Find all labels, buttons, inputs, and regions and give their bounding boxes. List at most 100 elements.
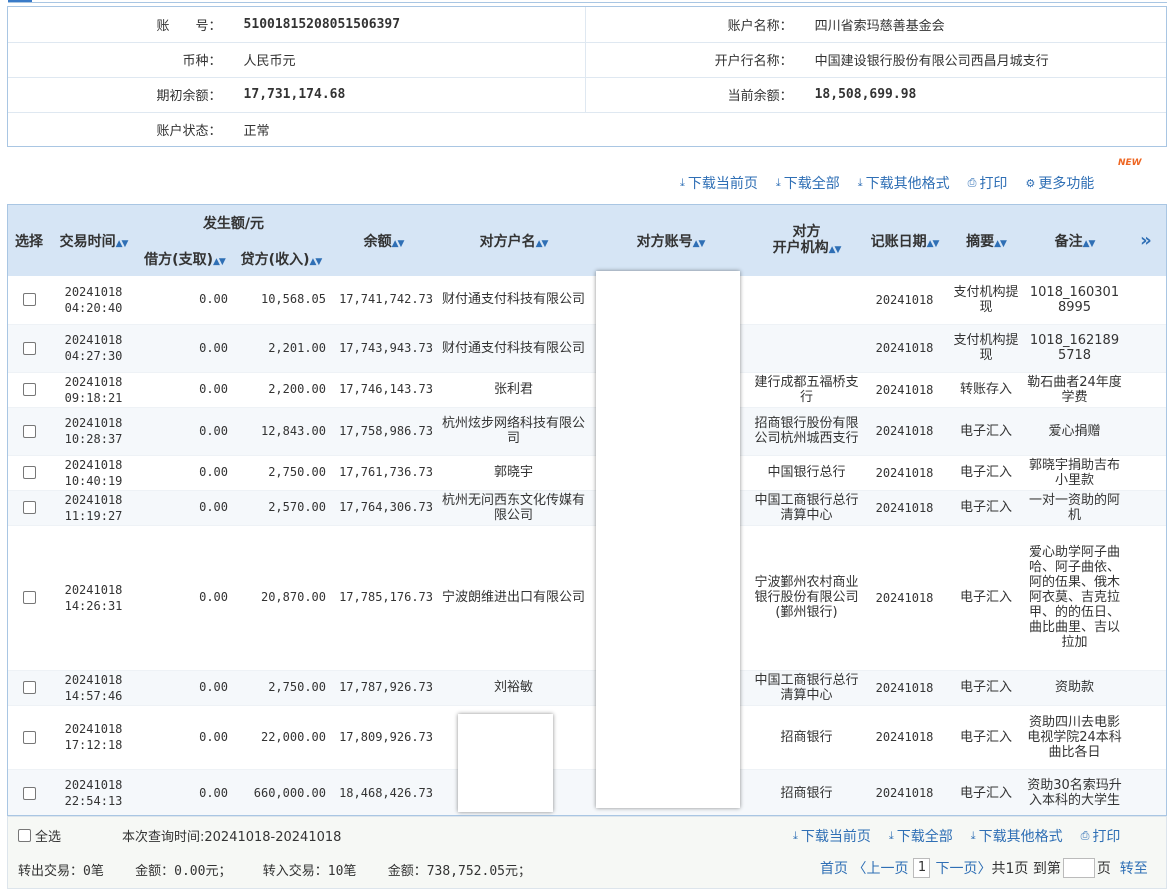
counterparty-name: 财付通支付科技有限公司 [437,276,590,324]
summary: 支付机构提现 [947,324,1025,372]
download-icon: ⤓ [680,176,685,190]
counterparty-name: 张利君 [437,372,590,407]
summary: 电子汇入 [947,769,1025,816]
remark: 1018_1621895718 [1025,324,1124,372]
account-number-label: 账 号： [8,7,236,42]
current-page[interactable]: 1 [913,858,930,878]
row-checkbox[interactable] [8,525,50,670]
header-debit[interactable]: 借方(支取)▲▼ [137,241,232,276]
header-amount-group: 发生额/元 [137,205,330,241]
header-counterparty-account[interactable]: 对方账号▲▼ [590,205,751,276]
table-row: 2024101822:54:130.00660,000.0018,468,426… [8,769,1167,816]
credit-amount: 12,843.00 [232,407,330,455]
pagination: 首页 〈上一页 1 下一页〉 共1页 到第 页 转至 [820,858,1148,878]
print-button[interactable]: ⎙打印 [1081,826,1121,846]
expand-columns-button[interactable]: » [1124,205,1167,276]
download-current-page-button[interactable]: ⤓下载当前页 [680,173,758,193]
header-select: 选择 [8,205,50,276]
sort-icon: ▲▼ [392,239,404,249]
counterparty-name: 财付通支付科技有限公司 [437,324,590,372]
row-checkbox[interactable] [8,769,50,816]
account-status-value: 正常 [236,112,586,147]
table-row: 2024101804:27:300.002,201.0017,743,943.7… [8,324,1167,372]
current-balance-label: 当前余额： [585,77,807,112]
sort-icon: ▲▼ [213,257,225,267]
debit-amount: 0.00 [137,705,232,769]
table-row: 2024101814:26:310.0020,870.0017,785,176.… [8,525,1167,670]
transaction-time: 2024101810:40:19 [50,455,137,490]
book-date: 20241018 [862,455,947,490]
more-functions-button[interactable]: ⚙更多功能 [1025,173,1094,193]
download-other-format-button[interactable]: ⤓下载其他格式 [971,826,1063,846]
debit-amount: 0.00 [137,324,232,372]
sort-icon: ▲▼ [1083,239,1095,249]
counterparty-name: 杭州炫步网络科技有限公司 [437,407,590,455]
transaction-time: 2024101811:19:27 [50,490,137,525]
credit-amount: 2,200.00 [232,372,330,407]
book-date: 20241018 [862,670,947,705]
account-info-panel: 账 号： 51001815208051506397 账户名称： 四川省索玛慈善基… [7,6,1167,147]
row-checkbox[interactable] [8,705,50,769]
header-time[interactable]: 交易时间▲▼ [50,205,137,276]
row-checkbox[interactable] [8,324,50,372]
summary: 电子汇入 [947,490,1025,525]
download-icon: ⤓ [793,829,798,843]
header-book-date[interactable]: 记账日期▲▼ [862,205,947,276]
download-all-button[interactable]: ⤓下载全部 [889,826,953,846]
first-page-link[interactable]: 首页 [820,858,848,878]
counterparty-bank: 宁波鄞州农村商业银行股份有限公司(鄞州银行) [751,525,862,670]
download-icon: ⤓ [971,829,976,843]
summary: 电子汇入 [947,407,1025,455]
table-row: 2024101804:20:400.0010,568.0517,741,742.… [8,276,1167,324]
counterparty-bank: 招商银行 [751,769,862,816]
balance-amount: 17,746,143.73 [330,372,437,407]
download-icon: ⤓ [858,176,863,190]
book-date: 20241018 [862,769,947,816]
goto-page-input[interactable] [1063,858,1095,878]
header-summary[interactable]: 摘要▲▼ [947,205,1025,276]
row-checkbox[interactable] [8,407,50,455]
download-all-button[interactable]: ⤓下载全部 [776,173,840,193]
credit-amount: 660,000.00 [232,769,330,816]
book-date: 20241018 [862,276,947,324]
table-footer: 全选 本次查询时间:20241018-20241018 ⤓下载当前页 ⤓下载全部… [7,816,1167,889]
summary: 支付机构提现 [947,276,1025,324]
prev-page-link[interactable]: 〈上一页 [852,858,908,878]
header-counterparty-name[interactable]: 对方户名▲▼ [437,205,590,276]
header-balance[interactable]: 余额▲▼ [330,205,437,276]
row-checkbox[interactable] [8,490,50,525]
row-checkbox[interactable] [8,455,50,490]
row-checkbox[interactable] [8,372,50,407]
remark: 资助款 [1025,670,1124,705]
remark: 资助四川去电影电视学院24本科曲比各日 [1025,705,1124,769]
top-toolbar: ⤓下载当前页 ⤓下载全部 ⤓下载其他格式 ⎙打印 ⚙更多功能 [680,174,1112,192]
balance-amount: 17,761,736.73 [330,455,437,490]
select-all-checkbox[interactable]: 全选 [18,826,61,845]
debit-amount: 0.00 [137,276,232,324]
header-counterparty-bank[interactable]: 对方开户机构▲▼ [751,205,862,276]
goto-button[interactable]: 转至 [1120,858,1148,878]
row-checkbox[interactable] [8,276,50,324]
debit-amount: 0.00 [137,372,232,407]
bottom-toolbar: ⤓下载当前页 ⤓下载全部 ⤓下载其他格式 ⎙打印 [793,826,1120,846]
print-button[interactable]: ⎙打印 [968,173,1008,193]
balance-amount: 17,787,926.73 [330,670,437,705]
redaction-mask [458,714,553,812]
download-other-format-button[interactable]: ⤓下载其他格式 [858,173,950,193]
print-icon: ⎙ [968,176,977,190]
sort-icon: ▲▼ [927,239,939,249]
book-date: 20241018 [862,372,947,407]
next-page-link[interactable]: 下一页〉 [935,858,991,878]
summary: 电子汇入 [947,525,1025,670]
transaction-time: 2024101804:20:40 [50,276,137,324]
header-remark[interactable]: 备注▲▼ [1025,205,1124,276]
row-checkbox[interactable] [8,670,50,705]
query-time: 本次查询时间:20241018-20241018 [122,826,341,845]
download-current-page-button[interactable]: ⤓下载当前页 [793,826,871,846]
header-credit[interactable]: 贷方(收入)▲▼ [232,241,330,276]
credit-amount: 10,568.05 [232,276,330,324]
counterparty-bank: 中国工商银行总行清算中心 [751,670,862,705]
account-name-value: 四川省索玛慈善基金会 [807,7,1166,42]
remark: 爱心助学阿子曲哈、阿子曲依、阿的伍果、俄木阿衣莫、吉克拉甲、的的伍日、曲比曲里、… [1025,525,1124,670]
counterparty-bank: 建行成都五福桥支行 [751,372,862,407]
